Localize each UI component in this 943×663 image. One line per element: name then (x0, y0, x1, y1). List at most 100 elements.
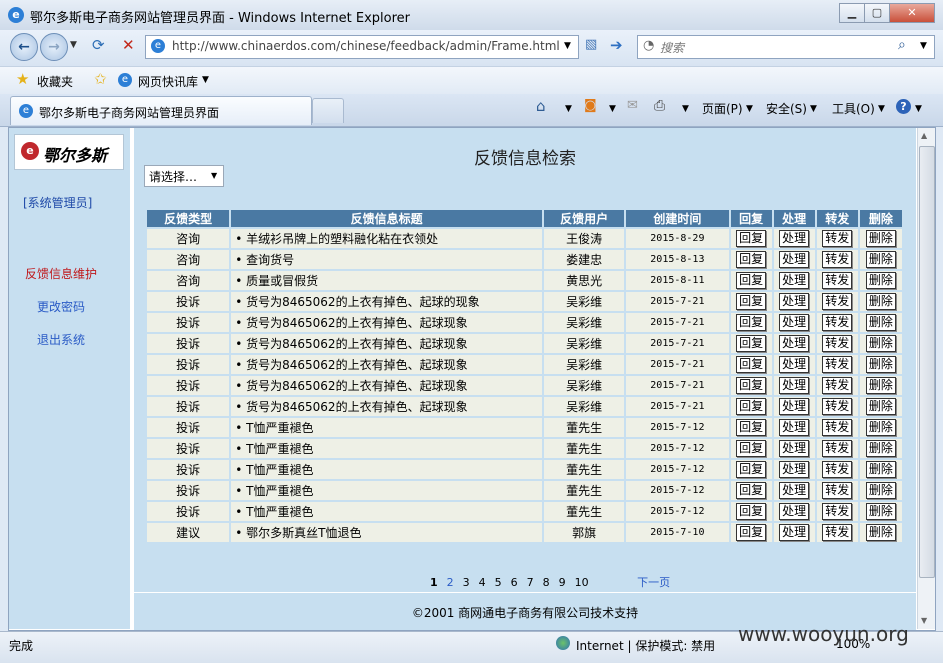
address-bar[interactable]: e http://www.chinaerdos.com/chinese/feed… (145, 35, 579, 59)
web-slice-dropdown-icon[interactable]: ▼ (202, 75, 209, 85)
forward-button[interactable]: 转发 (822, 440, 853, 457)
feedback-title-link[interactable]: T恤严重褪色 (246, 505, 313, 519)
refresh-icon[interactable]: ⟳ (92, 36, 105, 54)
tools-menu[interactable]: 工具(O) (832, 100, 875, 117)
reply-button[interactable]: 回复 (736, 398, 767, 415)
help-dropdown-icon[interactable]: ▼ (915, 104, 922, 114)
next-page-link[interactable]: 下一页 (637, 576, 670, 589)
delete-button[interactable]: 删除 (865, 230, 896, 247)
page-link[interactable]: 9 (559, 576, 566, 589)
reply-button[interactable]: 回复 (736, 230, 767, 247)
scroll-up-icon[interactable]: ▲ (921, 131, 927, 140)
favorites-star-icon[interactable]: ★ (16, 70, 29, 88)
back-button[interactable]: ← (10, 33, 38, 61)
search-icon[interactable]: ⌕ (898, 37, 906, 53)
reply-button[interactable]: 回复 (736, 377, 767, 394)
web-slice-gallery[interactable]: 网页快讯库 (138, 73, 198, 90)
forward-button[interactable]: 转发 (822, 524, 853, 541)
forward-button[interactable]: 转发 (822, 335, 853, 352)
delete-button[interactable]: 删除 (865, 524, 896, 541)
safety-menu[interactable]: 安全(S) (766, 100, 807, 117)
feedback-title-link[interactable]: 羊绒衫吊牌上的塑料融化粘在衣领处 (246, 232, 438, 246)
add-favorite-icon[interactable]: ✩ (94, 70, 107, 88)
delete-button[interactable]: 删除 (865, 356, 896, 373)
forward-button[interactable]: 转发 (822, 272, 853, 289)
feedback-title-link[interactable]: T恤严重褪色 (246, 442, 313, 456)
process-button[interactable]: 处理 (779, 419, 810, 436)
stop-icon[interactable]: ✕ (122, 36, 135, 54)
process-button[interactable]: 处理 (779, 398, 810, 415)
process-button[interactable]: 处理 (779, 377, 810, 394)
process-button[interactable]: 处理 (779, 293, 810, 310)
feedback-title-link[interactable]: T恤严重褪色 (246, 421, 313, 435)
feedback-title-link[interactable]: T恤严重褪色 (246, 484, 313, 498)
maximize-button[interactable]: ▢ (864, 3, 890, 23)
feedback-title-link[interactable]: 货号为8465062的上衣有掉色、起球现象 (246, 316, 467, 330)
forward-button[interactable]: 转发 (822, 293, 853, 310)
scroll-thumb[interactable] (919, 146, 935, 578)
reply-button[interactable]: 回复 (736, 335, 767, 352)
page-link[interactable]: 10 (575, 576, 589, 589)
process-button[interactable]: 处理 (779, 356, 810, 373)
forward-button[interactable]: 转发 (822, 314, 853, 331)
page-menu-dropdown-icon[interactable]: ▼ (746, 104, 753, 114)
feedback-title-link[interactable]: T恤严重褪色 (246, 463, 313, 477)
reply-button[interactable]: 回复 (736, 293, 767, 310)
safety-menu-dropdown-icon[interactable]: ▼ (810, 104, 817, 114)
reply-button[interactable]: 回复 (736, 314, 767, 331)
feedback-title-link[interactable]: 鄂尔多斯真丝T恤退色 (246, 526, 361, 540)
close-button[interactable]: ✕ (889, 3, 935, 23)
mail-icon[interactable]: ✉ (627, 98, 638, 113)
process-button[interactable]: 处理 (779, 440, 810, 457)
forward-button[interactable]: 转发 (822, 503, 853, 520)
print-icon[interactable]: ⎙ (654, 98, 665, 114)
minimize-button[interactable]: ▁ (839, 3, 865, 23)
sidebar-item-feedback-maintenance[interactable]: 反馈信息维护 (25, 265, 97, 282)
filter-select[interactable]: 请选择… ▼ (144, 165, 224, 187)
forward-button[interactable]: 转发 (822, 251, 853, 268)
scroll-down-icon[interactable]: ▼ (921, 616, 927, 625)
reply-button[interactable]: 回复 (736, 251, 767, 268)
feeds-dropdown-icon[interactable]: ▼ (609, 104, 616, 114)
page-link[interactable]: 5 (495, 576, 502, 589)
page-link[interactable]: 1 (430, 576, 438, 589)
reply-button[interactable]: 回复 (736, 272, 767, 289)
tools-menu-dropdown-icon[interactable]: ▼ (878, 104, 885, 114)
process-button[interactable]: 处理 (779, 314, 810, 331)
vertical-scrollbar[interactable]: ▲ ▼ (917, 128, 935, 629)
page-link[interactable]: 4 (479, 576, 486, 589)
go-icon[interactable]: ➔ (610, 36, 623, 54)
forward-button[interactable]: 转发 (822, 419, 853, 436)
new-tab-button[interactable] (312, 98, 344, 123)
tab-active[interactable]: e 鄂尔多斯电子商务网站管理员界面 (10, 96, 312, 125)
sidebar-item-logout[interactable]: 退出系统 (37, 331, 85, 348)
process-button[interactable]: 处理 (779, 482, 810, 499)
reply-button[interactable]: 回复 (736, 461, 767, 478)
print-dropdown-icon[interactable]: ▼ (682, 104, 689, 114)
address-url[interactable]: http://www.chinaerdos.com/chinese/feedba… (172, 39, 560, 53)
history-dropdown-icon[interactable]: ▼ (70, 40, 77, 50)
security-zone[interactable]: Internet | 保护模式: 禁用 (576, 637, 715, 654)
feedback-title-link[interactable]: 质量或冒假货 (246, 274, 318, 288)
feedback-title-link[interactable]: 货号为8465062的上衣有掉色、起球现象 (246, 358, 467, 372)
compatibility-view-icon[interactable]: ▧ (585, 37, 597, 52)
forward-button[interactable]: 转发 (822, 482, 853, 499)
forward-button[interactable]: → (40, 33, 68, 61)
feedback-title-link[interactable]: 货号为8465062的上衣有掉色、起球现象 (246, 400, 467, 414)
sidebar-item-change-password[interactable]: 更改密码 (37, 298, 85, 315)
delete-button[interactable]: 删除 (865, 419, 896, 436)
delete-button[interactable]: 删除 (865, 335, 896, 352)
delete-button[interactable]: 删除 (865, 272, 896, 289)
delete-button[interactable]: 删除 (865, 440, 896, 457)
reply-button[interactable]: 回复 (736, 356, 767, 373)
reply-button[interactable]: 回复 (736, 503, 767, 520)
reply-button[interactable]: 回复 (736, 440, 767, 457)
search-box[interactable]: ◔ 搜索 ⌕ ▼ (637, 35, 935, 59)
forward-button[interactable]: 转发 (822, 356, 853, 373)
delete-button[interactable]: 删除 (865, 482, 896, 499)
page-link[interactable]: 8 (543, 576, 550, 589)
delete-button[interactable]: 删除 (865, 293, 896, 310)
home-dropdown-icon[interactable]: ▼ (565, 104, 572, 114)
page-link[interactable]: 2 (447, 576, 454, 589)
delete-button[interactable]: 删除 (865, 251, 896, 268)
